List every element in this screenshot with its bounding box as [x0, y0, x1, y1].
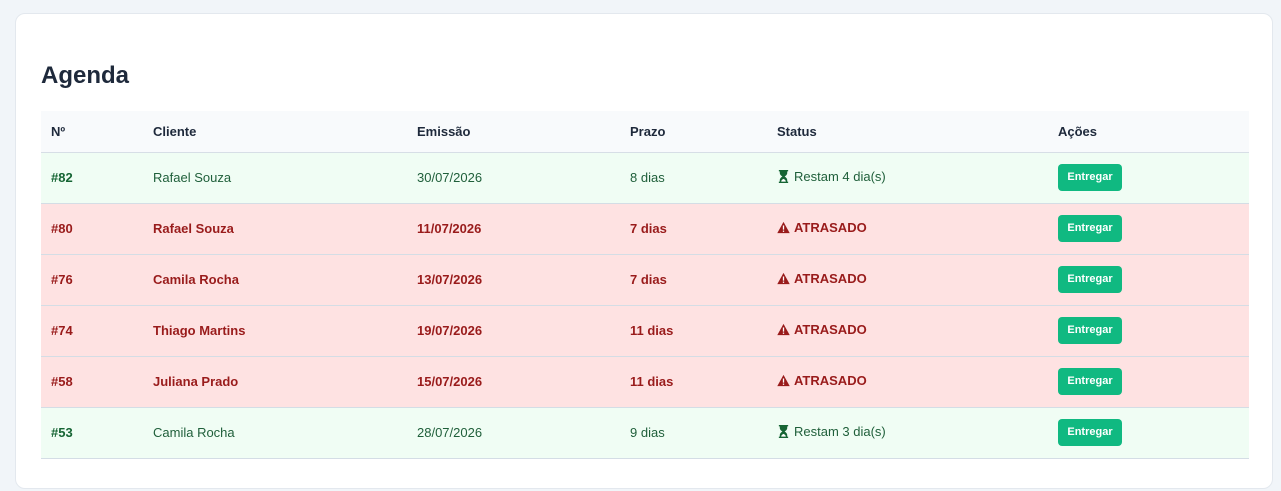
client-name: Rafael Souza: [143, 203, 407, 255]
agenda-table: Nº Cliente Emissão Prazo Status Ações #8…: [41, 111, 1249, 459]
status-text: ATRASADO: [794, 271, 867, 286]
deliver-button[interactable]: Entregar: [1058, 419, 1122, 446]
deliver-button[interactable]: Entregar: [1058, 368, 1122, 395]
actions-cell: Entregar: [1048, 203, 1249, 255]
table-row: #53 Camila Rocha 28/07/2026 9 dias Resta…: [41, 407, 1249, 459]
table-row: #74 Thiago Martins 19/07/2026 11 dias AT…: [41, 305, 1249, 357]
header-row: Nº Cliente Emissão Prazo Status Ações: [41, 111, 1249, 153]
issue-date: 13/07/2026: [407, 254, 620, 306]
issue-date: 19/07/2026: [407, 305, 620, 357]
status-badge: Restam 3 dia(s): [777, 424, 886, 439]
client-name: Thiago Martins: [143, 305, 407, 357]
warning-icon: [777, 374, 790, 387]
order-number: #53: [41, 407, 143, 459]
column-header-acoes: Ações: [1048, 111, 1249, 153]
deliver-button[interactable]: Entregar: [1058, 215, 1122, 242]
order-number: #76: [41, 254, 143, 306]
order-number: #80: [41, 203, 143, 255]
status-cell: ATRASADO: [767, 203, 1048, 255]
status-badge: ATRASADO: [777, 373, 867, 388]
column-header-emissao: Emissão: [407, 111, 620, 153]
page-title: Agenda: [41, 62, 130, 89]
status-badge: ATRASADO: [777, 220, 867, 235]
status-cell: ATRASADO: [767, 356, 1048, 408]
issue-date: 11/07/2026: [407, 203, 620, 255]
deliver-button[interactable]: Entregar: [1058, 266, 1122, 293]
status-text: ATRASADO: [794, 322, 867, 337]
status-cell: ATRASADO: [767, 254, 1048, 306]
actions-cell: Entregar: [1048, 305, 1249, 357]
status-cell: Restam 4 dia(s): [767, 152, 1048, 204]
status-cell: ATRASADO: [767, 305, 1048, 357]
status-badge: ATRASADO: [777, 322, 867, 337]
deadline: 11 dias: [620, 356, 767, 408]
status-text: ATRASADO: [794, 373, 867, 388]
column-header-numero: Nº: [41, 111, 143, 153]
table-header: Nº Cliente Emissão Prazo Status Ações: [41, 111, 1249, 153]
column-header-cliente: Cliente: [143, 111, 407, 153]
deadline: 7 dias: [620, 203, 767, 255]
table-row: #82 Rafael Souza 30/07/2026 8 dias Resta…: [41, 152, 1249, 204]
issue-date: 15/07/2026: [407, 356, 620, 408]
order-number: #82: [41, 152, 143, 204]
status-text: ATRASADO: [794, 220, 867, 235]
deadline: 9 dias: [620, 407, 767, 459]
deadline: 7 dias: [620, 254, 767, 306]
status-cell: Restam 3 dia(s): [767, 407, 1048, 459]
warning-icon: [777, 221, 790, 234]
table-row: #76 Camila Rocha 13/07/2026 7 dias ATRAS…: [41, 254, 1249, 306]
status-badge: ATRASADO: [777, 271, 867, 286]
table-row: #58 Juliana Prado 15/07/2026 11 dias ATR…: [41, 356, 1249, 408]
hourglass-icon: [778, 425, 789, 438]
actions-cell: Entregar: [1048, 407, 1249, 459]
actions-cell: Entregar: [1048, 356, 1249, 408]
hourglass-icon: [778, 170, 789, 183]
order-number: #58: [41, 356, 143, 408]
deliver-button[interactable]: Entregar: [1058, 164, 1122, 191]
client-name: Rafael Souza: [143, 152, 407, 204]
order-number: #74: [41, 305, 143, 357]
issue-date: 30/07/2026: [407, 152, 620, 204]
column-header-prazo: Prazo: [620, 111, 767, 153]
table-row: #80 Rafael Souza 11/07/2026 7 dias ATRAS…: [41, 203, 1249, 255]
client-name: Camila Rocha: [143, 254, 407, 306]
status-badge: Restam 4 dia(s): [777, 169, 886, 184]
actions-cell: Entregar: [1048, 152, 1249, 204]
client-name: Camila Rocha: [143, 407, 407, 459]
status-text: Restam 3 dia(s): [794, 424, 886, 439]
agenda-card: Agenda Nº Cliente Emissão Prazo Status A…: [15, 13, 1273, 489]
deadline: 11 dias: [620, 305, 767, 357]
column-header-status: Status: [767, 111, 1048, 153]
warning-icon: [777, 272, 790, 285]
client-name: Juliana Prado: [143, 356, 407, 408]
table-body: #82 Rafael Souza 30/07/2026 8 dias Resta…: [41, 152, 1249, 459]
deliver-button[interactable]: Entregar: [1058, 317, 1122, 344]
status-text: Restam 4 dia(s): [794, 169, 886, 184]
deadline: 8 dias: [620, 152, 767, 204]
issue-date: 28/07/2026: [407, 407, 620, 459]
actions-cell: Entregar: [1048, 254, 1249, 306]
warning-icon: [777, 323, 790, 336]
